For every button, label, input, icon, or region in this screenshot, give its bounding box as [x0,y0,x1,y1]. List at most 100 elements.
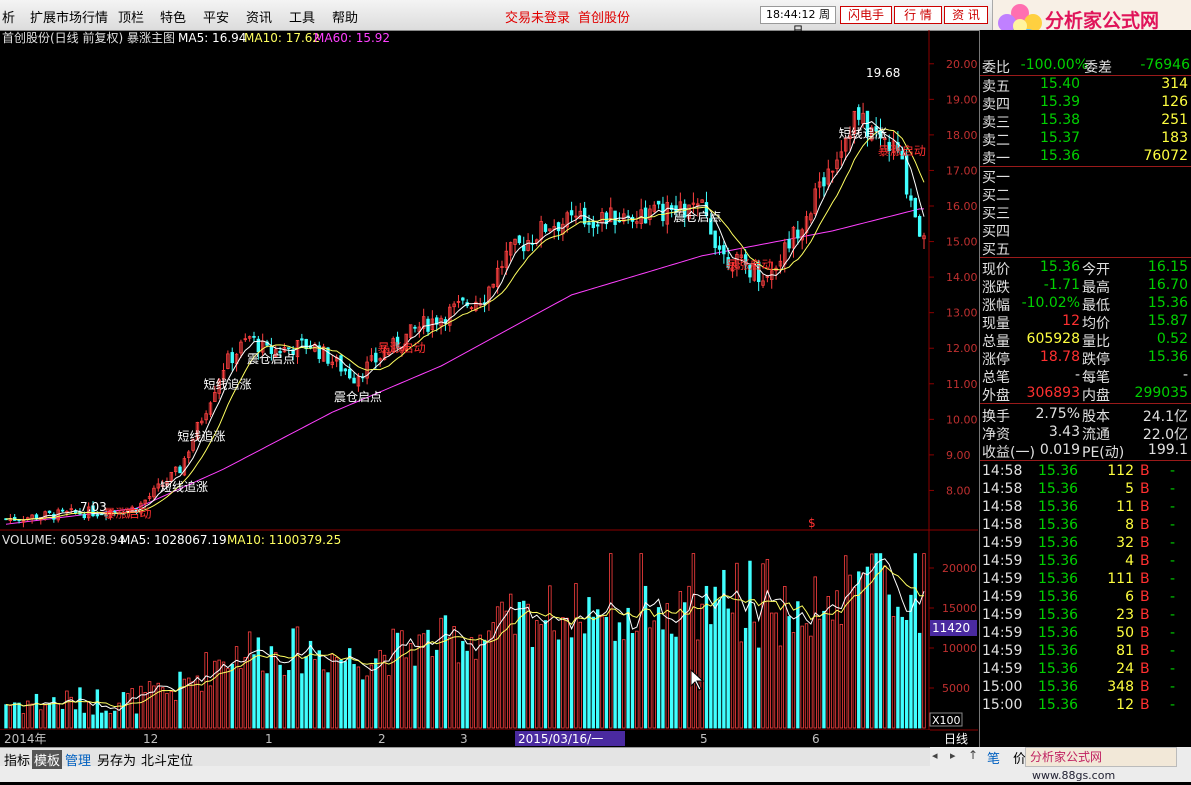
scroll-up-icon[interactable]: ↑ [968,748,978,762]
date-label-2014: 2014年 [4,732,47,746]
volume-bar [421,633,426,729]
period-label[interactable]: 日线 [944,732,968,746]
volume-bar [622,639,626,729]
tick-time: 14:59 [982,535,1023,551]
volume-bar [861,572,865,729]
quote-value: 15.36 [1039,259,1080,275]
volume-bar [878,553,883,729]
buy-level-label: 买一 [982,170,1010,186]
fin-value: 22.0亿 [1142,427,1188,443]
tick-volume: 81 [1116,643,1134,659]
news-button[interactable]: 资 讯 [944,6,988,24]
volume-bar [313,659,317,729]
watermark-url: www.88gs.com [1032,769,1116,782]
tab-templates[interactable]: 模板 [32,750,63,769]
quotes-button[interactable]: 行 情 [894,6,942,24]
volume-bar [617,622,622,729]
menu-item-pingan[interactable]: 平安 [203,7,229,26]
volume-bar [221,661,226,729]
volume-header: VOLUME: 605928.94 [2,533,125,547]
tick-side: B [1140,625,1150,641]
kline-chart-area[interactable]: 20.00 19.00 18.00 17.00 16.00 15.00 14.00 13.00… [0,30,978,747]
menu-item-news[interactable]: 资讯 [246,7,272,26]
tab-save-as[interactable]: 另存为 [97,750,136,769]
date-label-jan: 1 [265,732,273,746]
menu-item-features[interactable]: 特色 [160,7,186,26]
volume-bar [300,673,304,729]
scroll-right-icon[interactable]: ▸ [950,749,956,762]
date-label-feb: 2 [378,732,386,746]
volume-bar [852,587,857,729]
menu-item-tools[interactable]: 工具 [289,7,315,26]
flash-trade-button[interactable]: 闪电手 [840,6,892,24]
tab-indicators[interactable]: 指标 [4,750,30,769]
tick-volume: 24 [1116,661,1134,677]
tick-volume: 111 [1107,571,1134,587]
menu-item-top-bar[interactable]: 顶栏 [118,7,144,26]
volume-bar [678,591,683,729]
volume-bar [448,636,452,729]
volume-bar [156,682,160,729]
signal-annotation: 短线追涨 [204,376,252,391]
volume-bar [169,691,174,729]
menu-item-analysis[interactable]: 析 [2,7,15,26]
quote-value: 0.52 [1156,331,1188,347]
volume-bar [117,702,121,729]
volume-bar [656,607,661,729]
tab-manage[interactable]: 管理 [65,750,91,769]
volume-bar [669,633,674,729]
tick-row: 15:00 15.36 348 B - [980,679,1191,697]
tick-volume: 32 [1116,535,1134,551]
volume-bar [848,574,852,729]
volume-bar [443,615,448,729]
fin-label: 收益(一) [982,445,1035,461]
price-tick: 20.00 [946,58,978,71]
quote-value: - [1074,367,1080,383]
tick-dash: - [1170,553,1176,569]
sell-row: 卖三 15.38 251 [980,112,1191,131]
trade-status[interactable]: 交易未登录 [505,7,570,26]
volume-bar [469,637,474,729]
tick-side: B [1140,535,1150,551]
quote-value: 605928 [1026,331,1080,347]
volume-bar [809,635,813,729]
menu-item-help[interactable]: 帮助 [332,7,358,26]
ma60-label: MA60: 15.92 [314,31,390,45]
watermark: 分析家公式网 www.88gs.com [1025,747,1177,782]
menu-item-extended-market[interactable]: 扩展市场行情 [30,7,108,26]
scroll-left-icon[interactable]: ◂ [932,749,938,762]
fin-label: 流通 [1082,427,1110,443]
candle-body [60,509,65,512]
volume-bar [748,560,752,729]
volume-ma5-label: MA5: 1028067.19 [120,533,227,547]
tab-beidou-locate[interactable]: 北斗定位 [141,750,193,769]
tick-dash: - [1170,643,1176,659]
volume-bar [822,610,826,729]
candle-body [587,222,591,225]
tick-row: 14:59 15.36 111 B - [980,571,1191,589]
tick-row: 14:59 15.36 6 B - [980,589,1191,607]
tick-side: B [1140,661,1150,677]
tick-dash: - [1170,679,1176,695]
bottom-label-trades[interactable]: 笔 [987,748,1000,767]
tick-row: 14:58 15.36 11 B - [980,499,1191,517]
volume-bar [735,562,739,729]
volume-bar [348,648,352,729]
volume-bar [752,621,757,729]
weibi-value: -100.00% [1020,57,1088,73]
kline-chart[interactable]: 20.0019.0018.0017.0016.0015.0014.0013.00… [0,30,978,747]
tick-price: 15.36 [1038,607,1079,623]
panel-divider [980,403,1191,404]
tick-time: 14:59 [982,589,1023,605]
tick-side: B [1140,643,1150,659]
stock-name: 首创股份 [578,11,631,26]
volume-bar [30,703,34,729]
ma5-label: MA5: 16.94 [178,31,246,45]
price-tick: 14.00 [946,271,978,284]
candle-body [95,514,100,517]
quote-value: 306893 [1026,385,1080,401]
tick-dash: - [1170,517,1176,533]
volume-bar [60,708,65,729]
volume-bar [600,616,604,729]
volume-bar [291,628,295,729]
